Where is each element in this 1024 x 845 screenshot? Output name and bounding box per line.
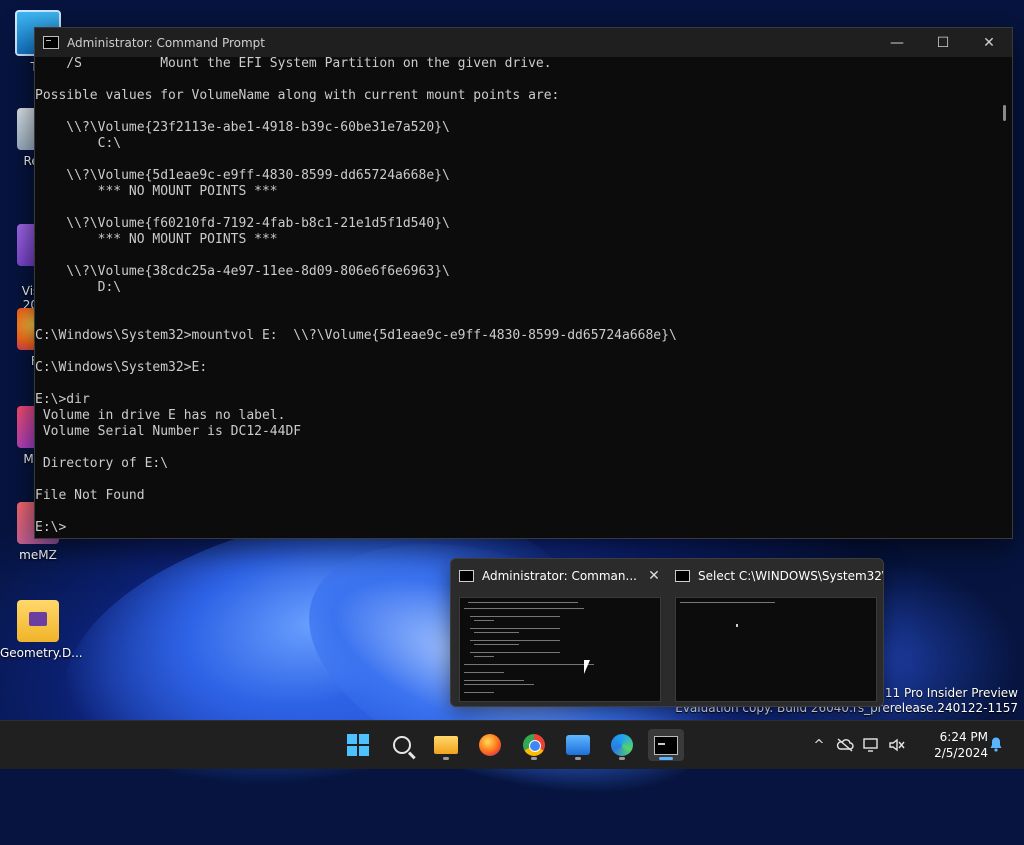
running-indicator: [659, 757, 673, 760]
search-button[interactable]: [384, 729, 420, 761]
desktop-icon-label: Geometry.D...: [0, 646, 83, 660]
windows-icon: [347, 734, 369, 756]
console-area[interactable]: /S Mount the EFI System Partition on the…: [35, 57, 1012, 538]
window-title: Administrator: Command Prompt: [67, 35, 265, 50]
onedrive-offline-icon[interactable]: [832, 732, 858, 758]
folder-icon: [434, 736, 458, 754]
taskbar-preview-popup: Administrator: Comman... ✕ Select C:\WIN…: [450, 558, 884, 707]
minimize-button[interactable]: —: [874, 28, 920, 57]
preview-title: Administrator: Comman...: [482, 569, 637, 583]
photos-icon: [566, 735, 590, 755]
desktop-icon-geometry[interactable]: Geometry.D...: [0, 600, 83, 660]
taskbar: ^ 6:24 PM 2/5/2024: [0, 720, 1024, 769]
start-button[interactable]: [340, 729, 376, 761]
running-indicator: [443, 757, 449, 760]
preview-thumbnail-select-cmd[interactable]: Select C:\WINDOWS\System32\...: [669, 559, 883, 706]
console-output: /S Mount the EFI System Partition on the…: [35, 57, 677, 535]
firefox-icon: [479, 734, 501, 756]
preview-screen: [459, 597, 661, 702]
running-indicator: [575, 757, 581, 760]
running-indicator: [619, 757, 625, 760]
title-bar[interactable]: Administrator: Command Prompt — ☐ ✕: [35, 28, 1012, 57]
network-icon[interactable]: [858, 732, 884, 758]
notification-bell-icon[interactable]: [988, 736, 1004, 752]
preview-thumbnail-admin-cmd[interactable]: Administrator: Comman... ✕: [453, 559, 667, 706]
chrome-button[interactable]: [516, 729, 552, 761]
mouse-cursor-icon: [584, 660, 596, 674]
scrollbar-thumb[interactable]: [1003, 105, 1006, 121]
search-icon: [393, 736, 411, 754]
clock-time: 6:24 PM: [939, 730, 988, 744]
running-indicator: [531, 757, 537, 760]
close-button[interactable]: ✕: [966, 28, 1012, 57]
scrollbar[interactable]: [994, 57, 1012, 538]
preview-screen: [675, 597, 877, 702]
firefox-button[interactable]: [472, 729, 508, 761]
terminal-icon: [654, 735, 678, 755]
file-explorer-button[interactable]: [428, 729, 464, 761]
command-prompt-window[interactable]: Administrator: Command Prompt — ☐ ✕ /S M…: [34, 27, 1013, 539]
folder-icon: [17, 600, 59, 642]
chrome-icon: [523, 734, 545, 756]
terminal-icon: [675, 570, 690, 582]
clock-date: 2/5/2024: [934, 746, 988, 760]
preview-title: Select C:\WINDOWS\System32\...: [698, 569, 883, 583]
system-tray: ^: [806, 721, 910, 769]
desktop-icon-label: meMZ: [19, 548, 57, 562]
edge-button[interactable]: [604, 729, 640, 761]
chevron-up-icon[interactable]: ^: [806, 732, 832, 758]
preview-close-button[interactable]: ✕: [643, 568, 665, 584]
maximize-button[interactable]: ☐: [920, 28, 966, 57]
terminal-icon: [43, 36, 59, 49]
edge-icon: [611, 734, 633, 756]
command-prompt-button[interactable]: [648, 729, 684, 761]
terminal-icon: [459, 570, 474, 582]
clock[interactable]: 6:24 PM 2/5/2024: [928, 729, 988, 761]
photos-button[interactable]: [560, 729, 596, 761]
volume-muted-icon[interactable]: [884, 732, 910, 758]
